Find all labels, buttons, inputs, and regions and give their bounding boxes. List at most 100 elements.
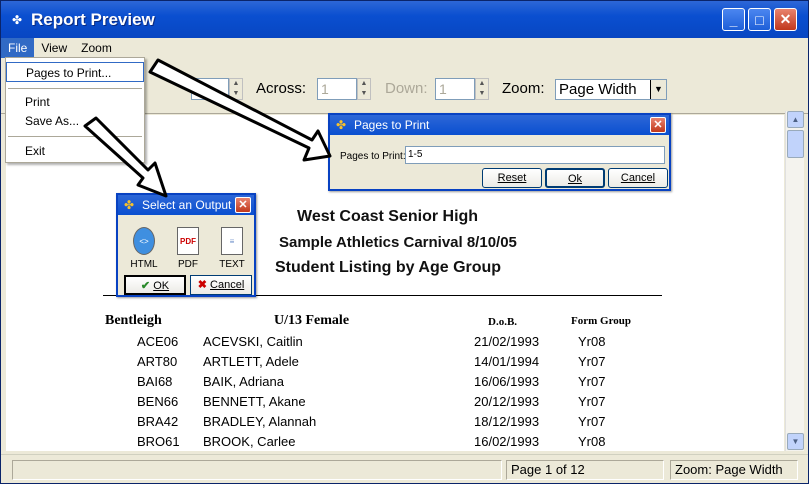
student-dob: 18/12/1993 (474, 414, 540, 429)
output-option-html[interactable]: <> HTML (124, 227, 164, 270)
close-button[interactable]: ✕ (774, 8, 797, 31)
table-row: BRA42 BRADLEY, Alannah 18/12/1993 Yr07 (6, 414, 776, 434)
student-form-group: Yr08 (578, 434, 606, 449)
app-icon: ✤ (11, 12, 23, 27)
table-row: ACE06 ACEVSKI, Caitlin 21/02/1993 Yr08 (6, 334, 776, 354)
pdf-icon: PDF (177, 227, 199, 255)
select-output-dialog: ✤ Select an Output ✕ <> HTML PDF PDF ≡ T… (116, 193, 256, 297)
output-ok-label: OK (153, 280, 170, 292)
student-form-group: Yr07 (578, 354, 606, 369)
zoom-select-value: Page Width (559, 81, 637, 98)
student-code: BRO61 (137, 434, 180, 449)
text-file-icon: ≡ (221, 227, 243, 255)
student-form-group: Yr08 (578, 334, 606, 349)
minimize-button[interactable]: _ (722, 8, 745, 31)
student-name: BROOK, Carlee (203, 434, 296, 449)
across-spinner-icon[interactable]: ▲ ▼ (357, 78, 371, 100)
dob-header: D.o.B. (488, 316, 518, 328)
scroll-down-icon[interactable]: ▼ (787, 433, 804, 450)
chevron-down-icon[interactable]: ▼ (650, 80, 666, 99)
pages-to-print-label: Pages to Print: (340, 151, 406, 162)
scroll-up-icon[interactable]: ▲ (787, 111, 804, 128)
file-menu-dropdown: Pages to Print... Print Save As... Exit (5, 57, 145, 163)
menu-item-save-as[interactable]: Save As... (6, 111, 144, 131)
form-group-header: Form Group (571, 315, 631, 327)
student-dob: 21/02/1993 (474, 334, 540, 349)
close-icon[interactable]: ✕ (235, 197, 251, 213)
pages-dialog-title-bar[interactable]: ✤ Pages to Print ✕ (330, 115, 669, 135)
html-icon: <> (133, 227, 155, 255)
student-code: BEN66 (137, 394, 179, 409)
menu-item-print[interactable]: Print (6, 92, 144, 112)
student-code: BRA42 (137, 414, 179, 429)
student-dob: 14/01/1994 (474, 354, 540, 369)
output-option-text[interactable]: ≡ TEXT (212, 227, 252, 270)
down-input[interactable]: 1 (435, 78, 475, 100)
cross-icon: ✖ (197, 279, 207, 291)
student-dob: 16/02/1993 (474, 434, 540, 449)
output-cancel-label: Cancel (210, 279, 245, 291)
page-spinner-field[interactable] (191, 78, 229, 100)
ok-button[interactable]: Ok (545, 168, 605, 188)
output-option-pdf-label: PDF (178, 259, 198, 270)
output-option-text-label: TEXT (219, 259, 245, 270)
across-label: Across: (256, 80, 307, 97)
status-zoom: Zoom: Page Width (670, 460, 798, 480)
student-name: ARTLETT, Adele (203, 354, 299, 369)
scroll-thumb[interactable] (787, 130, 804, 158)
output-option-pdf[interactable]: PDF PDF (168, 227, 208, 270)
student-code: ACE06 (137, 334, 179, 349)
status-panel-empty (12, 460, 502, 480)
menu-zoom[interactable]: Zoom (74, 38, 119, 58)
student-name: BAIK, Adriana (203, 374, 284, 389)
student-dob: 20/12/1993 (474, 394, 540, 409)
dialog-app-icon: ✤ (124, 198, 135, 212)
close-icon[interactable]: ✕ (650, 117, 666, 133)
menu-separator (8, 136, 142, 137)
student-code: ART80 (137, 354, 178, 369)
menu-view[interactable]: View (34, 38, 74, 58)
student-form-group: Yr07 (578, 394, 606, 409)
vertical-scrollbar[interactable]: ▲ ▼ (785, 111, 804, 451)
menu-file[interactable]: File (1, 38, 35, 58)
student-name: ACEVSKI, Caitlin (203, 334, 303, 349)
student-code: BAI68 (137, 374, 173, 389)
reset-button[interactable]: Reset (482, 168, 542, 188)
student-name: BENNETT, Akane (203, 394, 306, 409)
zoom-select[interactable]: Page Width ▼ (555, 79, 667, 100)
table-row: ART80 ARTLETT, Adele 14/01/1994 Yr07 (6, 354, 776, 374)
pages-dialog-title: Pages to Print (354, 118, 430, 132)
output-dialog-title-bar[interactable]: ✤ Select an Output ✕ (118, 195, 254, 215)
dialog-app-icon: ✤ (336, 118, 347, 132)
down-spinner-icon[interactable]: ▲ ▼ (475, 78, 489, 100)
table-row: BEN66 BENNETT, Akane 20/12/1993 Yr07 (6, 394, 776, 414)
student-dob: 16/06/1993 (474, 374, 540, 389)
menu-bar: File View Zoom (1, 38, 808, 58)
group-header: U/13 Female (274, 313, 350, 328)
report-school-title: West Coast Senior High (297, 208, 479, 225)
report-event-title: Sample Athletics Carnival 8/10/05 (279, 234, 517, 251)
menu-item-exit[interactable]: Exit (6, 141, 144, 161)
maximize-button[interactable]: □ (748, 8, 771, 31)
report-listing-title: Student Listing by Age Group (275, 259, 502, 276)
table-row: BAI68 BAIK, Adriana 16/06/1993 Yr07 (6, 374, 776, 394)
student-form-group: Yr07 (578, 414, 606, 429)
window-title: Report Preview (31, 9, 155, 29)
checkmark-icon: ✔ (140, 280, 151, 292)
output-ok-button[interactable]: ✔ OK (124, 275, 186, 295)
menu-separator (8, 88, 142, 89)
output-cancel-button[interactable]: ✖ Cancel (190, 275, 252, 295)
output-option-html-label: HTML (130, 259, 158, 270)
pages-to-print-input[interactable]: 1-5 (405, 146, 665, 164)
student-name: BRADLEY, Alannah (203, 414, 317, 429)
cancel-button[interactable]: Cancel (608, 168, 668, 188)
page-spinner-arrows-icon[interactable]: ▲ ▼ (229, 78, 243, 100)
output-dialog-title: Select an Output (142, 198, 232, 212)
pages-to-print-dialog: ✤ Pages to Print ✕ Pages to Print: 1-5 R… (328, 113, 671, 191)
title-bar[interactable]: ✤ Report Preview _ □ ✕ (1, 1, 808, 38)
across-input[interactable]: 1 (317, 78, 357, 100)
menu-item-pages-to-print[interactable]: Pages to Print... (6, 62, 144, 82)
house-header: Bentleigh (105, 313, 162, 328)
table-row: BRO61 BROOK, Carlee 16/02/1993 Yr08 (6, 434, 776, 451)
status-bar: Page 1 of 12 Zoom: Page Width (1, 454, 808, 483)
